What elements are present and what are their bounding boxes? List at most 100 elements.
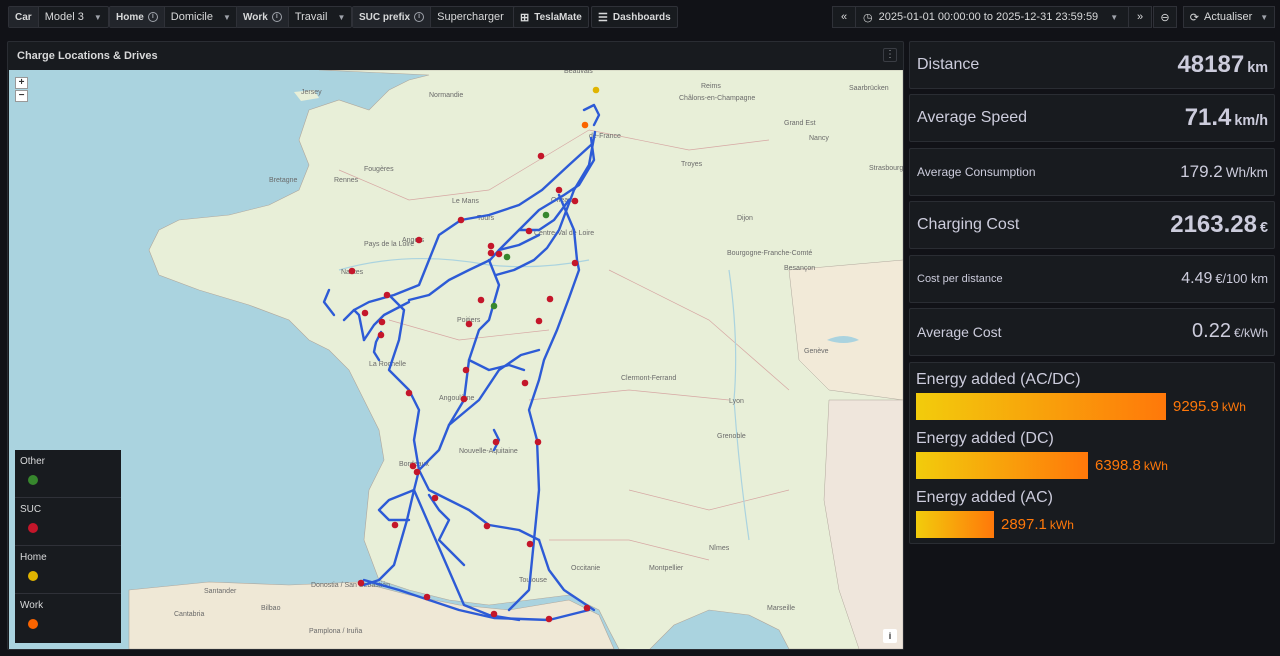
panel-menu-icon[interactable]: ⋮ xyxy=(883,48,897,62)
charge-marker-suc[interactable] xyxy=(465,320,473,328)
charge-marker-suc[interactable] xyxy=(534,438,542,446)
map-view[interactable]: Jersey Beauvais Normandie Reims Châlons-en-C… xyxy=(9,70,903,649)
zoom-out-button[interactable]: − xyxy=(15,90,28,102)
work-variable[interactable]: Work i Travail ▼ xyxy=(236,6,353,28)
legend-item-work[interactable]: Work xyxy=(15,594,121,642)
charge-marker-suc[interactable] xyxy=(483,522,491,530)
stat-average-cost: Average Cost 0.22 €/kWh xyxy=(909,308,1275,356)
charge-marker-other[interactable] xyxy=(503,253,511,261)
dashboards-link-button[interactable]: ☰ Dashboards xyxy=(591,6,678,28)
stat-value: 179.2 Wh/km xyxy=(1180,162,1268,182)
car-variable[interactable]: Car Model 3 ▼ xyxy=(8,6,109,28)
energy-name: Energy added (DC) xyxy=(916,430,1054,447)
charge-marker-suc[interactable] xyxy=(537,152,545,160)
panel-title: Charge Locations & Drives xyxy=(17,50,158,62)
info-icon[interactable]: i xyxy=(271,12,282,22)
info-icon[interactable]: i xyxy=(414,12,425,22)
charge-marker-suc[interactable] xyxy=(462,366,470,374)
suc-input[interactable]: Supercharger xyxy=(431,7,515,27)
home-select[interactable]: Domicile ▼ xyxy=(165,7,237,27)
legend-item-home[interactable]: Home xyxy=(15,546,121,594)
stat-value: 71.4 km/h xyxy=(1185,104,1268,132)
charge-marker-suc[interactable] xyxy=(526,540,534,548)
charge-marker-suc[interactable] xyxy=(415,236,423,244)
stat-number: 48187 xyxy=(1177,51,1245,78)
chevron-down-icon: ▼ xyxy=(1260,12,1269,22)
time-shift-forward-button[interactable]: » xyxy=(1128,6,1152,28)
teslamate-link-button[interactable]: ⊞ TeslaMate xyxy=(513,6,589,28)
map-place-label: Toulouse xyxy=(519,577,547,584)
energy-number: 9295.9 xyxy=(1173,398,1219,415)
map-canvas[interactable]: Jersey Beauvais Normandie Reims Châlons-en-C… xyxy=(9,70,903,649)
charge-marker-suc[interactable] xyxy=(460,395,468,403)
charge-marker-suc[interactable] xyxy=(405,389,413,397)
map-place-label: Nîmes xyxy=(709,545,730,552)
charge-marker-suc[interactable] xyxy=(391,521,399,529)
charge-marker-suc[interactable] xyxy=(357,579,365,587)
charge-marker-suc[interactable] xyxy=(490,610,498,618)
suc-input-value: Supercharger xyxy=(437,11,504,23)
charge-marker-suc[interactable] xyxy=(555,186,563,194)
attribution-info-icon[interactable]: i xyxy=(883,629,897,643)
charge-marker-suc[interactable] xyxy=(348,267,356,275)
map-place-label: Besançon xyxy=(784,265,815,272)
zoom-in-button[interactable]: + xyxy=(15,77,28,89)
map-place-label: Marseille xyxy=(767,605,795,612)
map-place-label: Occitanie xyxy=(571,565,600,572)
charge-marker-suc[interactable] xyxy=(457,216,465,224)
charge-marker-suc[interactable] xyxy=(495,250,503,258)
charge-marker-suc[interactable] xyxy=(525,227,533,235)
charge-marker-suc[interactable] xyxy=(413,468,421,476)
charge-marker-suc[interactable] xyxy=(378,318,386,326)
charge-marker-suc[interactable] xyxy=(423,593,431,601)
charge-marker-suc[interactable] xyxy=(571,197,579,205)
refresh-label: Actualiser xyxy=(1204,11,1253,23)
charge-marker-suc[interactable] xyxy=(409,462,417,470)
top-toolbar: Car Model 3 ▼ Home i Domicile ▼ Work i Trava… xyxy=(0,0,1280,34)
work-select[interactable]: Travail ▼ xyxy=(289,7,352,27)
charge-marker-suc[interactable] xyxy=(487,242,495,250)
info-icon[interactable]: i xyxy=(147,12,158,22)
legend-item-suc[interactable]: SUC xyxy=(15,498,121,546)
stat-value: 2163.28 € xyxy=(1170,211,1268,239)
car-select[interactable]: Model 3 ▼ xyxy=(39,7,108,27)
suc-variable-label: SUC prefix i xyxy=(353,7,432,27)
time-range-picker[interactable]: ◷ 2025-01-01 00:00:00 to 2025-12-31 23:5… xyxy=(855,6,1129,28)
zoom-out-icon: ⊖ xyxy=(1160,11,1170,24)
charge-marker-suc[interactable] xyxy=(521,379,529,387)
charge-marker-other[interactable] xyxy=(490,302,498,310)
charge-marker-work[interactable] xyxy=(581,121,589,129)
refresh-button[interactable]: ⟳ Actualiser ▼ xyxy=(1183,6,1275,28)
charge-marker-suc[interactable] xyxy=(383,291,391,299)
suc-variable[interactable]: SUC prefix i Supercharger xyxy=(352,6,517,28)
charge-marker-suc[interactable] xyxy=(361,309,369,317)
legend-item-other[interactable]: Other xyxy=(15,450,121,498)
charge-marker-suc[interactable] xyxy=(487,249,495,257)
charge-marker-suc[interactable] xyxy=(571,259,579,267)
energy-value: 6398.8 kWh xyxy=(1095,457,1168,474)
stat-number: 0.22 xyxy=(1192,320,1231,342)
charge-marker-suc[interactable] xyxy=(535,317,543,325)
map-place-label: Le Mans xyxy=(452,198,479,205)
map-panel: Charge Locations & Drives ⋮ Jersey Beauv… xyxy=(7,41,904,650)
charge-marker-suc[interactable] xyxy=(477,296,485,304)
stat-name: Cost per distance xyxy=(917,273,1003,285)
charge-marker-suc[interactable] xyxy=(545,615,553,623)
charge-marker-suc[interactable] xyxy=(492,438,500,446)
charge-marker-other[interactable] xyxy=(542,211,550,219)
charge-marker-suc[interactable] xyxy=(583,604,591,612)
map-place-label: Lyon xyxy=(729,398,744,405)
home-variable[interactable]: Home i Domicile ▼ xyxy=(109,6,238,28)
charge-marker-suc[interactable] xyxy=(377,331,385,339)
map-place-label: Bretagne xyxy=(269,177,298,184)
charge-marker-suc[interactable] xyxy=(431,494,439,502)
charge-marker-home[interactable] xyxy=(592,86,600,94)
map-place-label: Clermont-Ferrand xyxy=(621,375,676,382)
stat-number: 71.4 xyxy=(1184,104,1232,131)
time-shift-back-button[interactable]: « xyxy=(832,6,856,28)
charge-marker-suc[interactable] xyxy=(546,295,554,303)
zoom-out-time-button[interactable]: ⊖ xyxy=(1153,6,1177,28)
stat-unit: € xyxy=(1259,220,1268,236)
energy-row-acdc: Energy added (AC/DC) 9295.9 kWh xyxy=(916,371,1246,420)
map-place-label: Grenoble xyxy=(717,433,746,440)
